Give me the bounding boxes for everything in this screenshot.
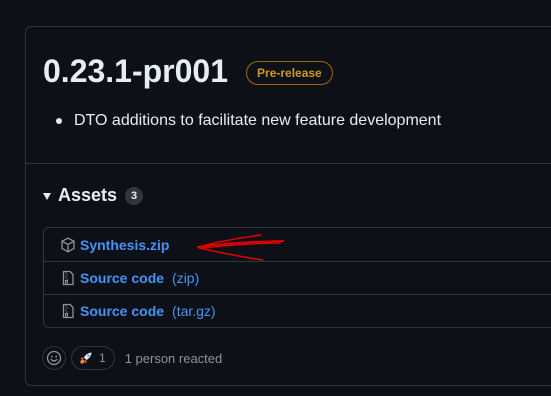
rocket-reaction-button[interactable]: 1 bbox=[71, 346, 115, 370]
reaction-summary: 1 person reacted bbox=[124, 350, 223, 366]
prerelease-badge: Pre-release bbox=[246, 61, 333, 85]
release-header: 0.23.1-pr001 Pre-release bbox=[43, 53, 333, 90]
smiley-icon bbox=[46, 350, 62, 366]
release-note-item: DTO additions to facilitate new feature … bbox=[56, 111, 441, 131]
release-notes: DTO additions to facilitate new feature … bbox=[56, 111, 441, 131]
bullet-icon bbox=[56, 118, 62, 124]
asset-row: Synthesis.zip bbox=[44, 228, 551, 261]
asset-link-source-targz[interactable]: Source code bbox=[80, 303, 164, 319]
asset-link-source-zip[interactable]: Source code bbox=[80, 270, 164, 286]
divider bbox=[26, 163, 551, 164]
hand-drawn-arrow-annotation bbox=[197, 234, 284, 261]
caret-down-icon bbox=[43, 193, 51, 200]
assets-label: Assets bbox=[58, 185, 118, 205]
asset-row: Source code (zip) bbox=[44, 261, 551, 294]
release-note-text: DTO additions to facilitate new feature … bbox=[74, 112, 442, 129]
asset-ext-zip[interactable]: (zip) bbox=[172, 270, 199, 286]
asset-link-synthesis-zip[interactable]: Synthesis.zip bbox=[80, 237, 169, 253]
add-reaction-button[interactable] bbox=[42, 346, 66, 370]
rocket-reaction-count: 1 bbox=[99, 351, 106, 365]
asset-list: Synthesis.zip Source code (zip) Source c… bbox=[43, 227, 551, 328]
file-zip-icon bbox=[60, 303, 76, 319]
asset-row: Source code (tar.gz) bbox=[44, 294, 551, 327]
assets-count-badge: 3 bbox=[125, 186, 144, 205]
rocket-icon bbox=[80, 352, 92, 364]
release-title[interactable]: 0.23.1-pr001 bbox=[43, 53, 228, 90]
asset-ext-targz[interactable]: (tar.gz) bbox=[172, 303, 216, 319]
release-card: 0.23.1-pr001 Pre-release DTO additions t… bbox=[25, 26, 551, 386]
file-zip-icon bbox=[60, 270, 76, 286]
assets-toggle[interactable]: Assets 3 bbox=[43, 185, 144, 206]
package-icon bbox=[60, 237, 76, 253]
reactions-bar: 1 1 person reacted bbox=[42, 346, 222, 370]
